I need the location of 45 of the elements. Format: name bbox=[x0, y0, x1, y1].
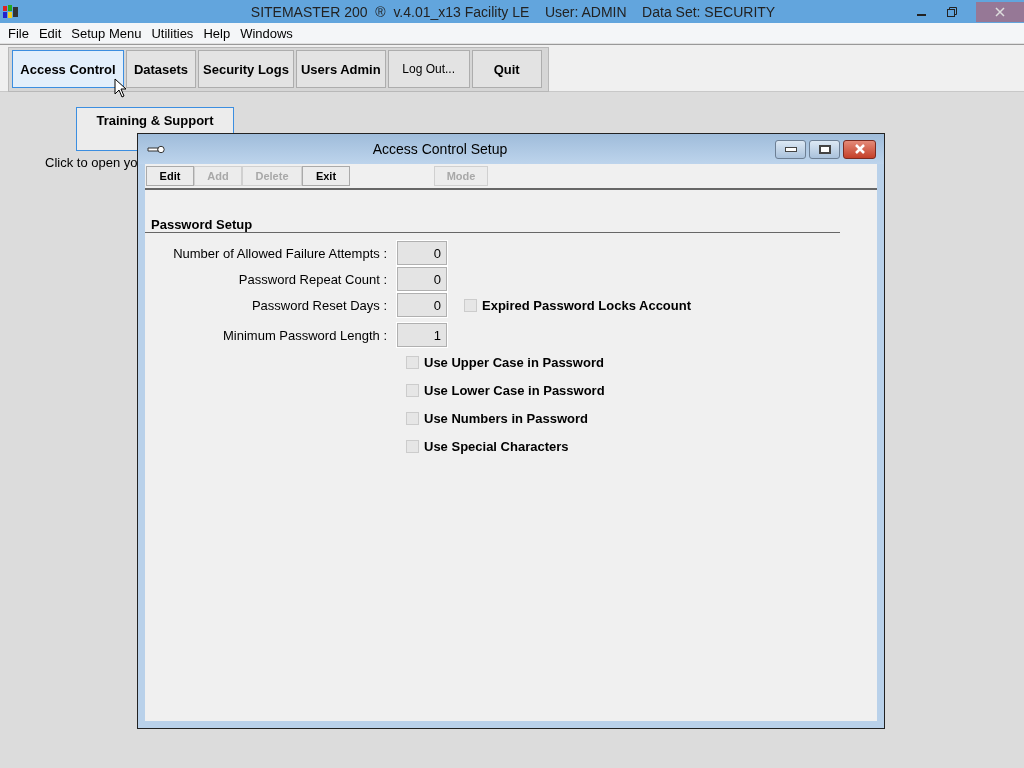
caption-text: Click to open yo bbox=[45, 155, 138, 170]
checkbox-label: Expired Password Locks Account bbox=[482, 297, 692, 313]
toolbar-button[interactable]: Security Logs bbox=[198, 50, 294, 88]
maximize-button[interactable] bbox=[809, 139, 840, 159]
dialog-title: Access Control Setup bbox=[371, 141, 509, 157]
menu-item[interactable]: Help bbox=[198, 25, 236, 41]
section-heading: Password Setup bbox=[145, 217, 840, 233]
checkbox-label: Use Lower Case in Password bbox=[424, 382, 605, 398]
toolbar-button[interactable]: Edit bbox=[146, 166, 194, 186]
close-button[interactable] bbox=[843, 139, 876, 159]
field-label: Password Reset Days : bbox=[250, 297, 388, 313]
toolbar-button[interactable]: Datasets bbox=[126, 50, 196, 88]
restore-icon[interactable] bbox=[946, 5, 958, 18]
close-icon bbox=[853, 144, 866, 154]
mouse-pointer-icon bbox=[114, 78, 127, 98]
key-icon bbox=[147, 144, 165, 154]
window-title: SITEMASTER 200 ® v.4.01_x13 Facility LE User: ADMIN Data Set: SECURITY bbox=[249, 3, 777, 20]
menu-item[interactable]: Setup Menu bbox=[66, 25, 147, 41]
close-icon bbox=[995, 6, 1005, 17]
checkbox[interactable] bbox=[464, 298, 477, 312]
field-label: Minimum Password Length : bbox=[222, 327, 388, 343]
toolbar-button[interactable]: Access Control bbox=[12, 50, 124, 88]
checkbox-label: Use Upper Case in Password bbox=[424, 354, 604, 370]
checkbox[interactable] bbox=[406, 411, 419, 425]
toolbar-button[interactable]: Exit bbox=[302, 166, 350, 186]
checkbox[interactable] bbox=[406, 383, 419, 397]
menu-item[interactable]: Utilities bbox=[146, 25, 199, 41]
checkbox[interactable] bbox=[406, 439, 419, 453]
toolbar-button[interactable]: Users Admin bbox=[295, 50, 386, 88]
number-field[interactable]: 1 bbox=[397, 323, 447, 347]
field-label: Password Repeat Count : bbox=[237, 271, 388, 287]
number-field[interactable]: 0 bbox=[397, 293, 447, 317]
menu-item[interactable]: Windows bbox=[235, 25, 298, 41]
checkbox[interactable] bbox=[406, 355, 419, 369]
number-field[interactable]: 0 bbox=[397, 267, 447, 291]
field-label: Number of Allowed Failure Attempts : bbox=[172, 245, 388, 261]
app-icon bbox=[2, 3, 20, 20]
number-field[interactable]: 0 bbox=[397, 241, 447, 265]
toolbar-button[interactable]: Log Out... bbox=[387, 50, 470, 88]
minimize-button[interactable] bbox=[775, 139, 806, 159]
checkbox-label: Use Numbers in Password bbox=[424, 410, 588, 426]
toolbar-button[interactable]: Quit bbox=[471, 50, 542, 88]
menu-item[interactable]: File bbox=[3, 25, 34, 41]
checkbox-label: Use Special Characters bbox=[424, 438, 569, 454]
menu-item[interactable]: Edit bbox=[33, 25, 67, 41]
